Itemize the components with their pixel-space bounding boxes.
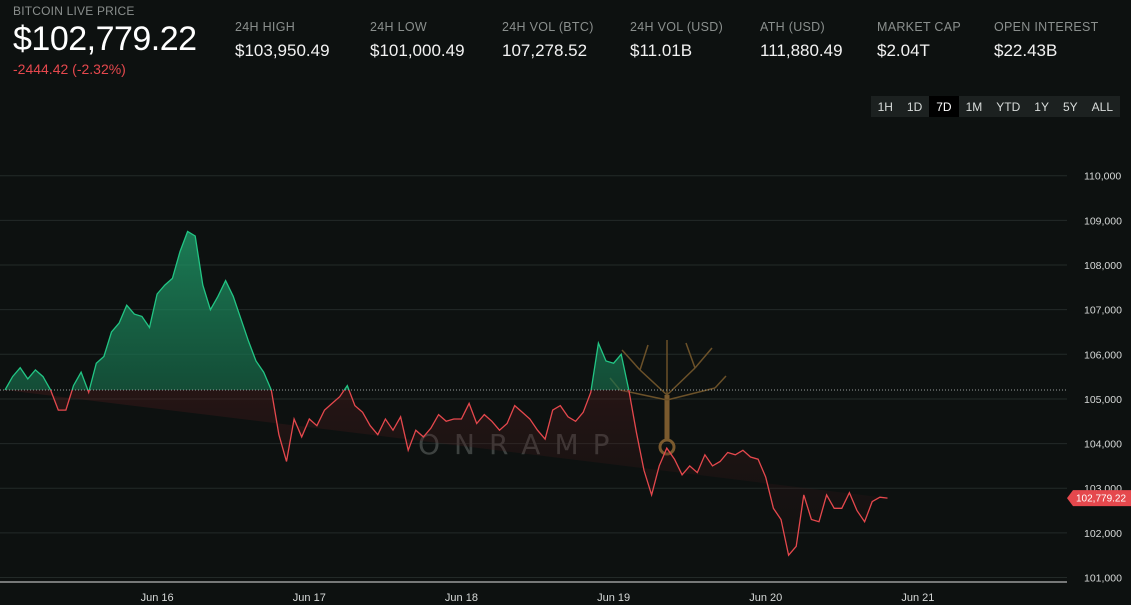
live-price-value: $102,779.22 xyxy=(13,20,197,58)
x-tick-label: Jun 18 xyxy=(445,592,478,604)
stat-value: $11.01B xyxy=(630,41,693,60)
tree-branch xyxy=(639,344,649,371)
y-tick-label: 110,000 xyxy=(1084,171,1121,183)
stat-label: ATH (USD) xyxy=(760,20,825,34)
stat-value: $103,950.49 xyxy=(235,41,330,60)
price-chart-svg: ONRAMP 101,000102,000103,000104,000105,0… xyxy=(0,171,1131,604)
stat-market-cap: MARKET CAP $2.04T xyxy=(877,20,961,61)
range-button-1m[interactable]: 1M xyxy=(958,96,990,117)
stat-open-interest: OPEN INTEREST $22.43B xyxy=(994,20,1099,61)
stat-value: 111,880.49 xyxy=(760,41,843,60)
price-chart[interactable]: ONRAMP 101,000102,000103,000104,000105,0… xyxy=(0,0,1131,605)
live-price-label: BITCOIN LIVE PRICE xyxy=(13,4,135,18)
range-button-ytd[interactable]: YTD xyxy=(989,96,1028,117)
stat-24h-high: 24H HIGH $103,950.49 xyxy=(235,20,330,61)
stat-value: $2.04T xyxy=(877,41,930,60)
stat-ath: ATH (USD) 111,880.49 xyxy=(760,20,843,61)
y-tick-label: 109,000 xyxy=(1084,215,1122,227)
stat-value: $101,000.49 xyxy=(370,41,465,60)
stat-value: $22.43B xyxy=(994,41,1058,60)
range-button-1d[interactable]: 1D xyxy=(899,96,930,117)
stat-24h-vol-usd: 24H VOL (USD) $11.01B xyxy=(630,20,723,61)
stat-24h-low: 24H LOW $101,000.49 xyxy=(370,20,465,61)
tree-branch xyxy=(666,367,696,396)
x-tick-label: Jun 21 xyxy=(901,592,934,604)
y-tick-label: 101,000 xyxy=(1084,573,1122,585)
y-tick-label: 105,000 xyxy=(1084,394,1122,406)
time-range-selector: 1H 1D 7D 1M YTD 1Y 5Y ALL xyxy=(870,96,1120,117)
tree-branch xyxy=(694,347,713,369)
current-price-marker: 102,779.22 xyxy=(1067,490,1131,507)
tree-branch xyxy=(621,349,641,371)
range-button-1y[interactable]: 1Y xyxy=(1027,96,1056,117)
stat-label: 24H VOL (BTC) xyxy=(502,20,594,34)
tree-branch xyxy=(639,369,668,396)
stat-value: 107,278.52 xyxy=(502,41,588,60)
y-tick-label: 107,000 xyxy=(1084,305,1122,317)
price-change: -2444.42 (-2.32%) xyxy=(13,61,126,77)
price-header: BITCOIN LIVE PRICE $102,779.22 -2444.42 … xyxy=(13,4,1131,90)
tree-branch xyxy=(714,375,727,389)
area-fill-down xyxy=(5,390,888,556)
price-area xyxy=(0,230,1067,557)
stat-24h-vol-btc: 24H VOL (BTC) 107,278.52 xyxy=(502,20,594,61)
range-button-7d[interactable]: 7D xyxy=(929,96,959,117)
y-tick-label: 104,000 xyxy=(1084,439,1122,451)
y-tick-label: 108,000 xyxy=(1084,260,1122,272)
range-button-5y[interactable]: 5Y xyxy=(1055,96,1085,117)
stat-label: MARKET CAP xyxy=(877,20,962,34)
stat-label: 24H LOW xyxy=(370,20,427,34)
x-tick-label: Jun 20 xyxy=(749,592,782,604)
tree-branch xyxy=(685,342,696,369)
y-tick-label: 106,000 xyxy=(1084,349,1122,361)
current-price-label: 102,779.22 xyxy=(1076,494,1126,505)
stat-label: OPEN INTEREST xyxy=(994,20,1099,34)
stat-label: 24H VOL (USD) xyxy=(630,20,724,34)
bitcoin-price-widget: ONRAMP 101,000102,000103,000104,000105,0… xyxy=(0,0,1131,605)
x-tick-label: Jun 16 xyxy=(141,592,174,604)
range-button-1h[interactable]: 1H xyxy=(870,96,900,117)
x-tick-label: Jun 17 xyxy=(293,592,326,604)
x-tick-label: Jun 19 xyxy=(597,592,630,604)
stat-label: 24H HIGH xyxy=(235,20,296,34)
range-button-all[interactable]: ALL xyxy=(1084,96,1120,117)
y-tick-label: 102,000 xyxy=(1084,528,1122,540)
